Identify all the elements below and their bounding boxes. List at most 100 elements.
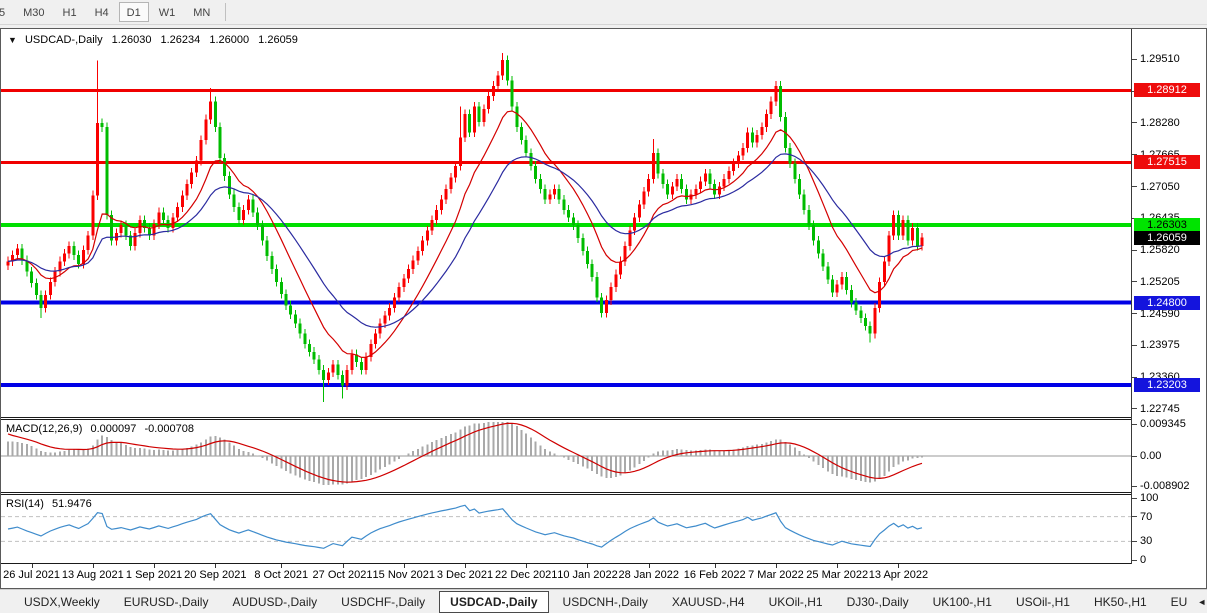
chart-tab-bar: USDX,WeeklyEURUSD-,DailyAUDUSD-,DailyUSD… [0, 589, 1207, 613]
rsi-tick-mark [1132, 498, 1137, 499]
price-level-badge: 1.27515 [1134, 155, 1200, 169]
date-label: 28 Jan 2022 [618, 569, 679, 581]
chart-tab-usoil-h1[interactable]: USOil-,H1 [1006, 592, 1080, 612]
macd-tick-label: 0.009345 [1140, 418, 1186, 430]
rsi-label: RSI(14) 51.9476 [6, 498, 97, 510]
chart-tab-eu[interactable]: EU [1161, 592, 1198, 612]
chart-tab-uk100-h1[interactable]: UK100-,H1 [923, 592, 1002, 612]
toolbar-separator [225, 3, 226, 21]
date-label: 26 Jul 2021 [3, 569, 60, 581]
macd-tick-mark [1132, 456, 1137, 457]
macd-tick-label: -0.008902 [1140, 480, 1190, 492]
date-tick-mark [343, 564, 344, 568]
chart-tab-audusd-daily[interactable]: AUDUSD-,Daily [222, 592, 327, 612]
date-label: 25 Mar 2022 [806, 569, 868, 581]
date-tick-mark [715, 564, 716, 568]
rsi-chart [1, 495, 1131, 563]
chart-tab-ukoil-h1[interactable]: UKOil-,H1 [759, 592, 833, 612]
chart-header: ▼ USDCAD-,Daily 1.26030 1.26234 1.26000 … [8, 34, 304, 46]
chart-tab-usdchf-daily[interactable]: USDCHF-,Daily [331, 592, 435, 612]
price-tick-label: 1.25205 [1140, 276, 1180, 288]
date-label: 16 Feb 2022 [684, 569, 746, 581]
macd-label: MACD(12,26,9) 0.000097 -0.000708 [6, 423, 199, 435]
price-tick-mark [1132, 250, 1137, 251]
date-label: 3 Dec 2021 [437, 569, 493, 581]
price-tick-mark [1132, 345, 1137, 346]
price-tick-label: 1.23975 [1140, 339, 1180, 351]
price-tick-mark [1132, 281, 1137, 282]
chart-tab-hk50-h1[interactable]: HK50-,H1 [1084, 592, 1157, 612]
price-tick-label: 1.28280 [1140, 117, 1180, 129]
date-tick-mark [404, 564, 405, 568]
price-tick-label: 1.22745 [1140, 403, 1180, 415]
rsi-tick-label: 30 [1140, 535, 1152, 547]
chart-tab-usdcnh-daily[interactable]: USDCNH-,Daily [553, 592, 658, 612]
rsi-value: 51.9476 [52, 498, 92, 510]
date-tick-mark [649, 564, 650, 568]
date-label: 15 Nov 2021 [373, 569, 435, 581]
price-tick-mark [1132, 313, 1137, 314]
candlestick-chart [1, 29, 1131, 417]
macd-tick-mark [1132, 486, 1137, 487]
tab-scroll-left-icon[interactable]: ◄ [1197, 597, 1206, 607]
date-label: 27 Oct 2021 [313, 569, 373, 581]
price-tick-mark [1132, 408, 1137, 409]
ohlc-close-value: 1.26059 [258, 34, 298, 46]
price-tick-mark [1132, 122, 1137, 123]
date-label: 8 Oct 2021 [254, 569, 308, 581]
trading-terminal: 5M30H1H4D1W1MN ▼ USDCAD-,Daily 1.26030 1… [0, 0, 1207, 613]
macd-tick-label: 0.00 [1140, 450, 1161, 462]
date-tick-mark [281, 564, 282, 568]
macd-signal-value: -0.000708 [144, 423, 194, 435]
macd-panel[interactable]: MACD(12,26,9) 0.000097 -0.000708 [1, 420, 1131, 492]
rsi-tick-label: 70 [1140, 511, 1152, 523]
ohlc-low-value: 1.26000 [209, 34, 249, 46]
chart-tab-usdcad-daily[interactable]: USDCAD-,Daily [439, 591, 548, 613]
chart-tab-xauusd-h4[interactable]: XAUUSD-,H4 [662, 592, 755, 612]
date-label: 22 Dec 2021 [495, 569, 557, 581]
date-tick-mark [32, 564, 33, 568]
timeframe-button-mn[interactable]: MN [185, 2, 218, 22]
date-tick-mark [776, 564, 777, 568]
price-tick-mark [1132, 186, 1137, 187]
chart-tab-dj30-daily[interactable]: DJ30-,Daily [837, 592, 919, 612]
date-tick-mark [587, 564, 588, 568]
tab-scroll-arrows: ◄► [1197, 597, 1207, 607]
chart-tab-usdx-weekly[interactable]: USDX,Weekly [14, 592, 110, 612]
timeframe-button-5[interactable]: 5 [0, 2, 13, 22]
chart-window: ▼ USDCAD-,Daily 1.26030 1.26234 1.26000 … [0, 28, 1207, 589]
rsi-tick-mark [1132, 516, 1137, 517]
timeframe-button-h4[interactable]: H4 [87, 2, 117, 22]
timeframe-button-d1[interactable]: D1 [119, 2, 149, 22]
rsi-tick-label: 100 [1140, 492, 1158, 504]
price-chart-panel[interactable]: ▼ USDCAD-,Daily 1.26030 1.26234 1.26000 … [1, 29, 1131, 417]
date-tick-mark [465, 564, 466, 568]
rsi-tick-label: 0 [1140, 554, 1146, 564]
date-tick-mark [93, 564, 94, 568]
date-label: 13 Aug 2021 [62, 569, 124, 581]
price-axis[interactable]: 1.295101.288951.282801.276651.270501.264… [1132, 29, 1206, 564]
date-tick-mark [898, 564, 899, 568]
price-tick-mark [1132, 59, 1137, 60]
timeframe-button-h1[interactable]: H1 [55, 2, 85, 22]
date-tick-mark [526, 564, 527, 568]
macd-indicator-name: MACD(12,26,9) [6, 423, 82, 435]
date-axis[interactable]: 26 Jul 202113 Aug 20211 Sep 202120 Sep 2… [1, 564, 1206, 588]
price-level-badge: 1.28912 [1134, 83, 1200, 97]
date-tick-mark [837, 564, 838, 568]
date-label: 20 Sep 2021 [184, 569, 246, 581]
macd-main-value: 0.000097 [90, 423, 136, 435]
price-level-badge: 1.26059 [1134, 231, 1200, 245]
chart-symbol-label: USDCAD-,Daily [25, 34, 103, 46]
date-label: 10 Jan 2022 [557, 569, 618, 581]
ohlc-high-value: 1.26234 [161, 34, 201, 46]
one-click-trading-arrow-icon[interactable]: ▼ [8, 35, 17, 45]
timeframe-button-w1[interactable]: W1 [151, 2, 184, 22]
timeframe-toolbar: 5M30H1H4D1W1MN [0, 0, 1207, 25]
rsi-panel[interactable]: RSI(14) 51.9476 [1, 495, 1131, 563]
chart-tab-eurusd-daily[interactable]: EURUSD-,Daily [114, 592, 219, 612]
date-tick-mark [215, 564, 216, 568]
price-tick-label: 1.27050 [1140, 181, 1180, 193]
timeframe-button-m30[interactable]: M30 [15, 2, 52, 22]
date-label: 13 Apr 2022 [869, 569, 928, 581]
